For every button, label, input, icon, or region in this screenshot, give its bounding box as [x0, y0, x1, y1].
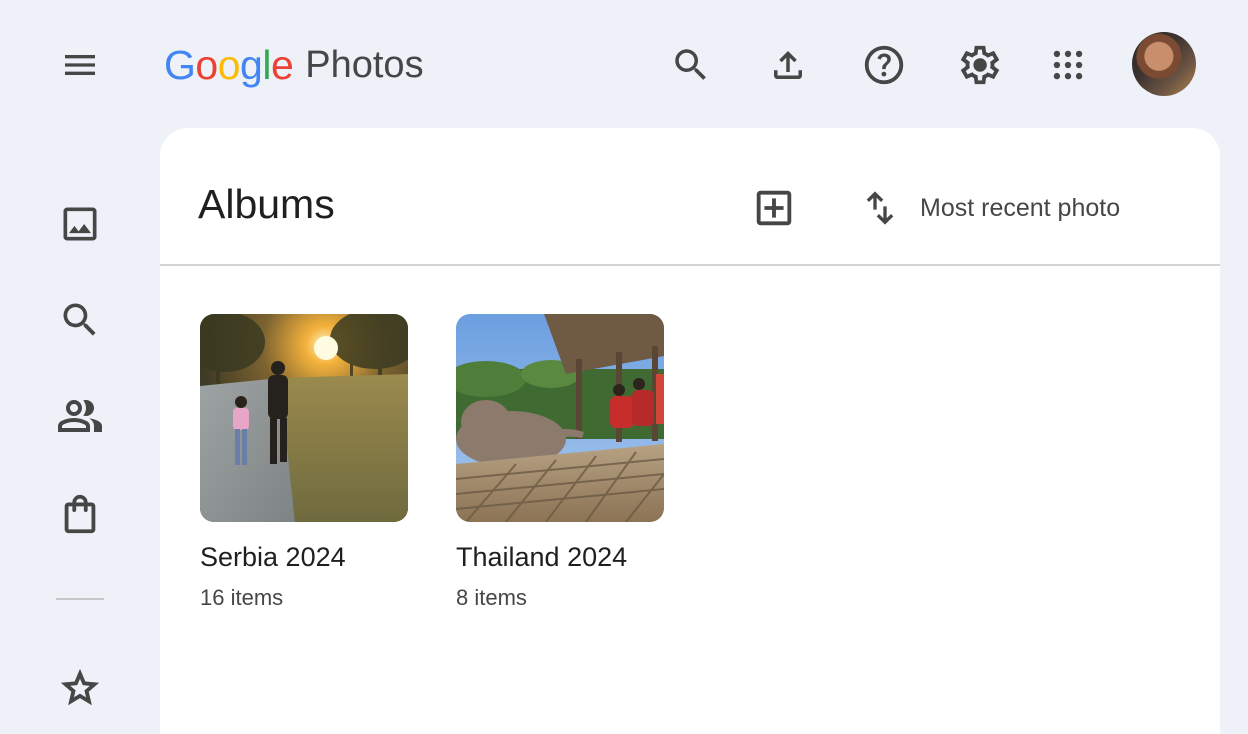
page-title: Albums	[198, 181, 335, 227]
google-photos-logo[interactable]: Google Photos	[164, 40, 424, 90]
upload-icon	[773, 51, 802, 79]
rail-item-explore[interactable]	[52, 292, 108, 348]
album-card[interactable]: Serbia 2024 16 items	[200, 314, 408, 611]
settings-button[interactable]	[955, 40, 1005, 90]
sort-button[interactable]: Most recent photo	[860, 184, 1120, 232]
album-card[interactable]: Thailand 2024 8 items	[456, 314, 664, 611]
search-icon	[63, 303, 96, 336]
google-photos-page: Google Photos Albums Most recent photo S…	[0, 0, 1248, 734]
main-menu-button[interactable]	[52, 40, 108, 90]
rail-item-sharing[interactable]	[52, 388, 108, 444]
shopping-bag-icon	[64, 494, 96, 534]
swap-vert-icon	[866, 191, 894, 225]
google-apps-button[interactable]	[1043, 40, 1093, 90]
album-title: Serbia 2024	[200, 542, 346, 572]
rail-item-photos[interactable]	[52, 196, 108, 252]
account-avatar[interactable]	[1132, 32, 1196, 96]
logo-product-name: Photos	[305, 44, 424, 86]
album-item-count: 16 items	[200, 585, 284, 610]
help-icon	[864, 45, 904, 85]
sort-label: Most recent photo	[920, 193, 1121, 222]
rail-item-favorites[interactable]	[52, 660, 108, 716]
album-cover-image	[200, 314, 408, 522]
albums-panel: Albums Most recent photo Serbia 2024 16 …	[160, 128, 1220, 734]
upload-button[interactable]	[763, 40, 813, 90]
add-box-icon	[756, 190, 792, 226]
new-album-button[interactable]	[750, 184, 798, 232]
rail-item-print-store[interactable]	[52, 486, 108, 542]
search-icon	[675, 49, 706, 80]
search-button[interactable]	[666, 40, 716, 90]
gear-icon	[960, 45, 1000, 85]
help-button[interactable]	[859, 40, 909, 90]
photo-icon	[63, 207, 97, 241]
albums-header: Albums Most recent photo	[160, 128, 1220, 264]
hamburger-menu-icon	[65, 55, 95, 75]
rail-divider	[56, 598, 104, 600]
star-icon	[60, 668, 100, 706]
album-item-count: 8 items	[456, 585, 527, 610]
album-cover-image	[456, 314, 664, 522]
logo-google-wordmark: Google	[164, 41, 294, 88]
apps-grid-icon	[1053, 50, 1083, 80]
people-icon	[58, 399, 102, 432]
album-title: Thailand 2024	[456, 542, 628, 572]
header-divider	[160, 264, 1220, 266]
